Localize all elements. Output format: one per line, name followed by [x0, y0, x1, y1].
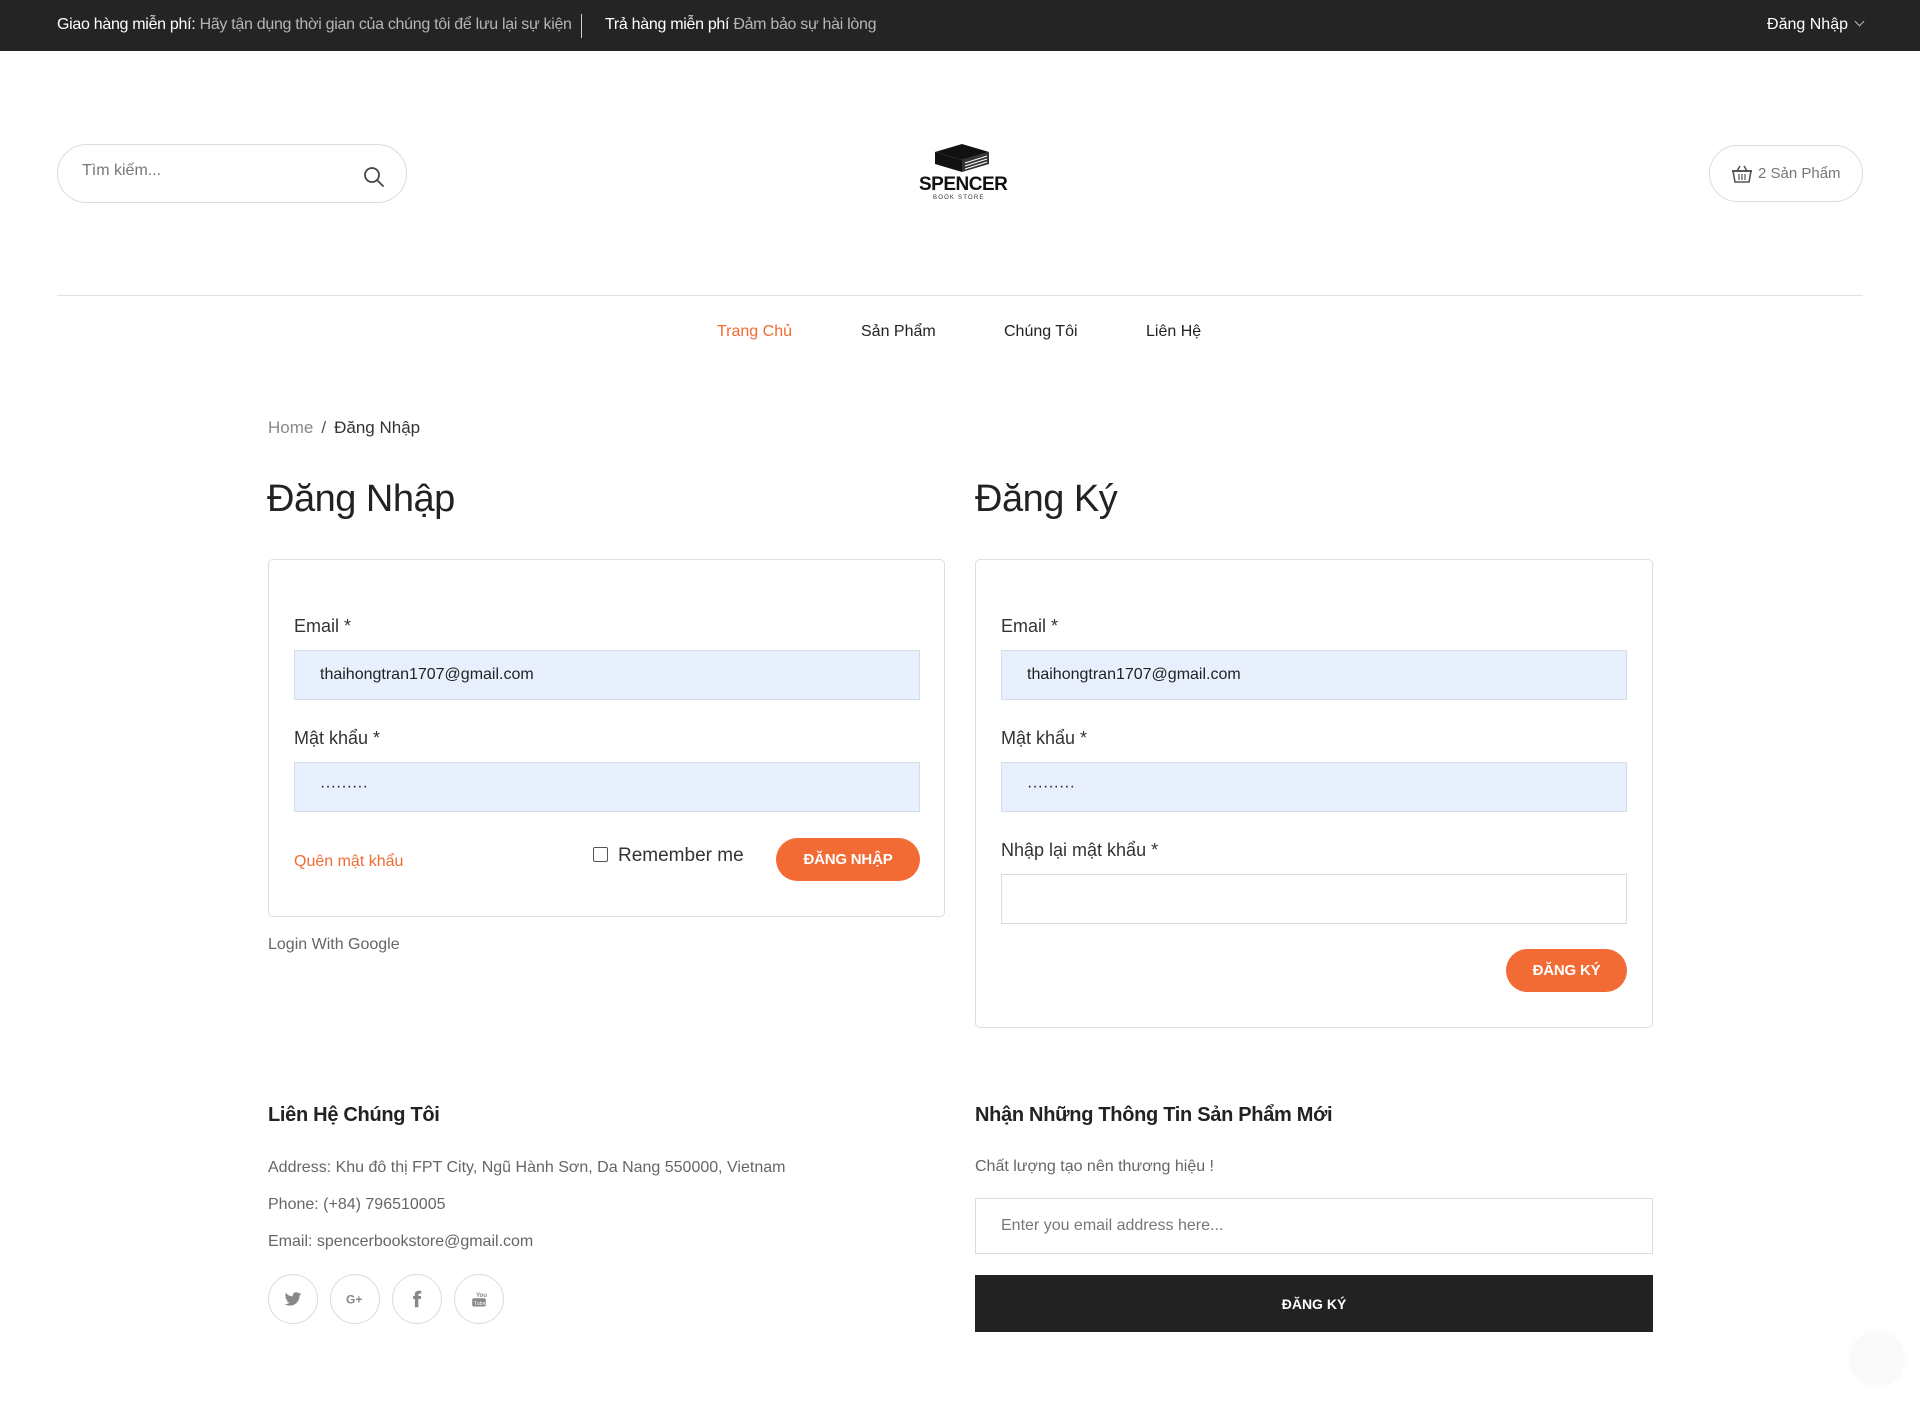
google-plus-icon: G+ — [346, 1293, 362, 1307]
remember-me-label: Remember me — [618, 845, 744, 866]
cart-count-label: 2 Sản Phẩm — [1758, 165, 1841, 182]
register-confirm-password-label: Nhập lại mật khẩu * — [1001, 840, 1159, 860]
nav-item-home[interactable]: Trang Chủ — [717, 323, 792, 341]
register-password-input[interactable] — [1001, 762, 1627, 812]
breadcrumb: Home / Đăng Nhập — [268, 418, 420, 438]
search-box — [57, 144, 407, 203]
logo-name: SPENCER — [919, 174, 1008, 195]
svg-text:You: You — [476, 1293, 487, 1299]
google-plus-link[interactable]: G+ — [330, 1274, 380, 1324]
register-title: Đăng Ký — [975, 478, 1118, 520]
youtube-icon: Tube You — [472, 1293, 487, 1307]
top-bar: Giao hàng miễn phí: Hãy tận dụng thời gi… — [0, 0, 1920, 51]
nav-item-contact[interactable]: Liên Hệ — [1146, 323, 1201, 341]
contact-address: Address: Khu đô thị FPT City, Ngũ Hành S… — [268, 1159, 786, 1176]
login-with-google-link[interactable]: Login With Google — [268, 936, 400, 954]
login-email-label: Email * — [294, 616, 352, 636]
login-submit-button[interactable]: ĐĂNG NHẬP — [776, 838, 920, 881]
breadcrumb-separator: / — [321, 418, 327, 437]
free-return-notice: Trả hàng miễn phí Đảm bảo sự hài lòng — [605, 16, 877, 34]
nav-item-about[interactable]: Chúng Tôi — [1004, 323, 1078, 341]
register-form: Email * Mật khẩu * Nhập lại mật khẩu * Đ… — [975, 559, 1653, 1028]
newsletter-title: Nhận Những Thông Tin Sản Phẩm Mới — [975, 1104, 1333, 1126]
basket-icon — [1732, 165, 1752, 183]
svg-text:G+: G+ — [346, 1293, 362, 1307]
register-confirm-password-input[interactable] — [1001, 874, 1627, 924]
contact-email: Email: spencerbookstore@gmail.com — [268, 1233, 534, 1250]
free-shipping-notice: Giao hàng miễn phí: Hãy tận dụng thời gi… — [57, 16, 572, 34]
facebook-link[interactable] — [392, 1274, 442, 1324]
chevron-down-icon — [1854, 16, 1865, 27]
svg-text:Tube: Tube — [474, 1301, 486, 1307]
login-password-label: Mật khẩu * — [294, 728, 381, 748]
breadcrumb-home-link[interactable]: Home — [268, 418, 313, 437]
newsletter-subtitle: Chất lượng tạo nên thương hiệu ! — [975, 1158, 1214, 1175]
newsletter-subscribe-button[interactable]: ĐĂNG KÝ — [975, 1275, 1653, 1332]
twitter-icon — [284, 1292, 302, 1306]
youtube-link[interactable]: Tube You — [454, 1274, 504, 1324]
free-shipping-text: Hãy tận dụng thời gian của chúng tôi để … — [199, 16, 572, 33]
account-login-dropdown[interactable]: Đăng Nhập — [1767, 16, 1865, 34]
cart-button[interactable]: 2 Sản Phẩm — [1709, 145, 1863, 202]
register-email-input[interactable] — [1001, 650, 1627, 700]
search-input[interactable] — [82, 162, 332, 180]
remember-me-checkbox[interactable] — [593, 847, 608, 862]
forgot-password-link[interactable]: Quên mật khẩu — [294, 853, 403, 871]
register-submit-button[interactable]: ĐĂNG KÝ — [1506, 949, 1627, 992]
login-title: Đăng Nhập — [267, 478, 455, 520]
topbar-divider — [581, 14, 582, 38]
register-email-label: Email * — [1001, 616, 1059, 636]
remember-me-toggle[interactable]: Remember me — [593, 845, 744, 867]
account-login-label: Đăng Nhập — [1767, 16, 1848, 33]
nav-item-products[interactable]: Sản Phẩm — [861, 323, 936, 341]
free-return-text: Đảm bảo sự hài lòng — [733, 16, 877, 33]
scroll-to-top-button[interactable] — [1851, 1333, 1903, 1385]
facebook-icon — [413, 1290, 422, 1308]
twitter-link[interactable] — [268, 1274, 318, 1324]
free-return-title: Trả hàng miễn phí — [605, 16, 730, 33]
search-icon[interactable] — [362, 165, 386, 189]
contact-phone: Phone: (+84) 796510005 — [268, 1196, 446, 1213]
logo[interactable]: SPENCER BOOK STORE — [915, 140, 1008, 204]
newsletter-email-input[interactable] — [975, 1198, 1653, 1254]
logo-tagline: BOOK STORE — [933, 195, 985, 201]
free-shipping-title: Giao hàng miễn phí: — [57, 16, 196, 33]
book-stack-icon — [935, 144, 989, 172]
contact-title: Liên Hệ Chúng Tôi — [268, 1104, 440, 1126]
header-divider — [57, 295, 1863, 296]
login-email-input[interactable] — [294, 650, 920, 700]
breadcrumb-current: Đăng Nhập — [334, 418, 421, 437]
login-password-input[interactable] — [294, 762, 920, 812]
register-password-label: Mật khẩu * — [1001, 728, 1088, 748]
login-form: Email * Mật khẩu * Quên mật khẩu Remembe… — [268, 559, 945, 917]
